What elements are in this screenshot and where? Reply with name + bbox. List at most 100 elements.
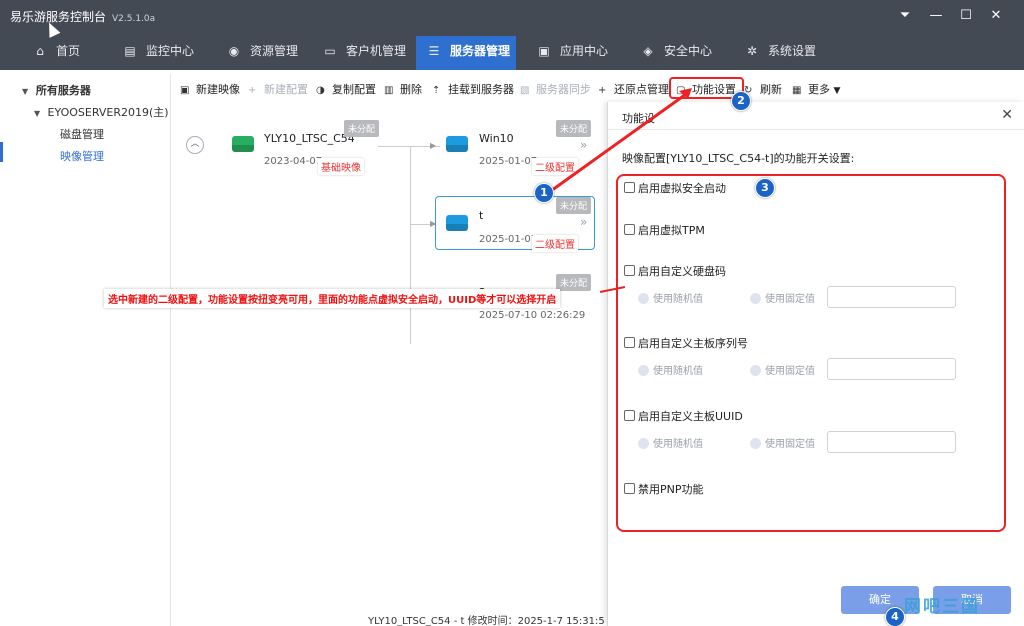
caret-down-icon: ▼: [22, 87, 29, 96]
second-config-label: 二级配置: [532, 158, 578, 175]
tree-root[interactable]: ▼ 所有服务器: [22, 82, 91, 98]
nav-label: 服务器管理: [450, 44, 511, 58]
mount-icon: ⇡: [432, 85, 441, 96]
card-date: 2025-01-07: [479, 156, 538, 167]
toolbar-label: 删除: [400, 83, 422, 96]
nav-settings[interactable]: ✲ 系统设置: [738, 36, 822, 70]
delete-button[interactable]: ▥ 删除: [384, 81, 422, 97]
nav-clients[interactable]: ▭ 客户机管理: [316, 36, 412, 70]
status-badge: 未分配: [556, 274, 592, 291]
nav-label: 系统设置: [768, 44, 817, 58]
feature-settings-dialog: 功能设 ✕ 映像配置[YLY10_LTSC_C54-t]的功能开关设置: 启用虚…: [607, 102, 1024, 626]
sync-icon: ▧: [520, 85, 530, 96]
minimize-button[interactable]: —: [924, 6, 948, 26]
nav-resources[interactable]: ◉ 资源管理: [220, 36, 304, 70]
restore-point-button[interactable]: + 还原点管理: [598, 81, 669, 97]
title-bar: 易乐游服务控制台 V2.5.1.0a ⏷ — ☐ ✕: [0, 0, 1024, 36]
double-chevron-right-icon[interactable]: »: [580, 138, 587, 152]
toolbar-label: 新建配置: [264, 83, 308, 96]
new-config-button[interactable]: + 新建配置: [248, 81, 308, 97]
radio-random-uuid[interactable]: 使用随机值: [638, 435, 703, 450]
option-virtual-tpm[interactable]: 启用虚拟TPM: [624, 222, 705, 238]
status-badge: 未分配: [344, 120, 380, 137]
menu-down-icon[interactable]: ⏷: [893, 6, 917, 26]
card-date: 2025-01-07: [479, 234, 538, 245]
nav-servers[interactable]: ☰ 服务器管理: [416, 36, 516, 70]
radio-random-serial[interactable]: 使用随机值: [638, 362, 703, 377]
shield-icon: ◈: [643, 44, 653, 58]
radio-icon: [750, 438, 761, 449]
gear-icon: ✲: [746, 44, 758, 58]
nav-home[interactable]: ⌂ 首页: [26, 36, 86, 70]
nav-monitor[interactable]: ▤ 监控中心: [116, 36, 200, 70]
collapse-button[interactable]: ︿: [186, 136, 204, 154]
option-label: 启用自定义主板序列号: [638, 337, 748, 350]
dialog-description: 映像配置[YLY10_LTSC_C54-t]的功能开关设置:: [622, 152, 855, 165]
checkbox[interactable]: [624, 410, 635, 421]
tree-server-label: EYOOSERVER2019(主): [47, 106, 169, 119]
checkbox[interactable]: [624, 265, 635, 276]
caret-down-icon: ▼: [833, 86, 841, 96]
watermark-text: 网吧三国: [904, 597, 980, 617]
toolbar-label: 挂载到服务器: [448, 83, 514, 96]
radio-icon: [638, 365, 649, 376]
option-label: 启用自定义主板UUID: [638, 410, 743, 423]
close-button[interactable]: ✕: [984, 6, 1008, 26]
checkbox[interactable]: [624, 483, 635, 494]
tree-server[interactable]: ▼ EYOOSERVER2019(主): [34, 104, 169, 120]
radio-icon: [638, 293, 649, 304]
checkbox[interactable]: [624, 224, 635, 235]
home-icon: ⌂: [36, 44, 44, 58]
radio-random-disk[interactable]: 使用随机值: [638, 290, 703, 305]
option-disk-code[interactable]: 启用自定义硬盘码: [624, 263, 726, 279]
sidebar-item-disk[interactable]: 磁盘管理: [60, 126, 104, 142]
nav-apps[interactable]: ▣ 应用中心: [530, 36, 614, 70]
main-nav: ⌂ 首页 ▤ 监控中心 ◉ 资源管理 ▭ 客户机管理 ☰ 服务器管理 ▣ 应用中心 ◈ 安全中…: [0, 36, 1024, 70]
sidebar-item-image[interactable]: 映像管理: [60, 148, 104, 164]
drive-icon: [232, 136, 254, 152]
second-config-label: 二级配置: [532, 235, 578, 252]
board-uuid-input[interactable]: [827, 431, 956, 453]
mount-to-server-button[interactable]: ⇡ 挂载到服务器: [432, 81, 514, 97]
server-sync-button[interactable]: ▧ 服务器同步: [520, 81, 591, 97]
app-title: 易乐游服务控制台 V2.5.1.0a: [10, 8, 155, 25]
plus-icon: +: [248, 85, 257, 96]
plus-icon: +: [598, 85, 607, 96]
card-name: YLY10_LTSC_C54: [264, 132, 355, 145]
selection-indicator: [0, 142, 3, 162]
option-label: 禁用PNP功能: [638, 483, 704, 496]
radio-fixed-serial[interactable]: 使用固定值: [750, 362, 815, 377]
option-board-uuid[interactable]: 启用自定义主板UUID: [624, 408, 743, 424]
checkbox[interactable]: [624, 337, 635, 348]
option-board-serial[interactable]: 启用自定义主板序列号: [624, 335, 748, 351]
maximize-button[interactable]: ☐: [954, 6, 978, 26]
radio-fixed-uuid[interactable]: 使用固定值: [750, 435, 815, 450]
disk-code-input[interactable]: [827, 286, 956, 308]
toolbar-label: 服务器同步: [536, 83, 591, 96]
more-button[interactable]: ▦ 更多 ▼: [792, 81, 840, 97]
checkbox[interactable]: [624, 182, 635, 193]
nav-label: 安全中心: [664, 44, 713, 58]
status-badge: 未分配: [556, 120, 592, 137]
toolbar-label: 还原点管理: [614, 83, 669, 96]
connector-line: [410, 146, 411, 344]
board-serial-input[interactable]: [827, 358, 956, 380]
drive-icon: [446, 136, 468, 152]
drive-icon: [446, 215, 468, 231]
option-secure-boot[interactable]: 启用虚拟安全启动: [624, 180, 726, 196]
copy-config-button[interactable]: ◑ 复制配置: [316, 81, 376, 97]
nav-security[interactable]: ◈ 安全中心: [634, 36, 718, 70]
close-icon[interactable]: ✕: [1001, 107, 1013, 123]
radio-fixed-disk[interactable]: 使用固定值: [750, 290, 815, 305]
step-badge-3: 3: [755, 178, 775, 198]
option-label: 启用虚拟安全启动: [638, 182, 726, 195]
option-disable-pnp[interactable]: 禁用PNP功能: [624, 481, 704, 497]
option-label: 启用虚拟TPM: [638, 224, 705, 237]
step-badge-1: 1: [534, 183, 554, 203]
caret-down-icon: ▼: [34, 109, 41, 118]
refresh-button[interactable]: ↻ 刷新: [744, 81, 782, 97]
toolbar-label: 刷新: [760, 83, 782, 96]
desktop-icon: ▭: [324, 44, 336, 58]
double-chevron-right-icon[interactable]: »: [580, 215, 587, 229]
new-image-button[interactable]: ▣ 新建映像: [180, 81, 240, 97]
